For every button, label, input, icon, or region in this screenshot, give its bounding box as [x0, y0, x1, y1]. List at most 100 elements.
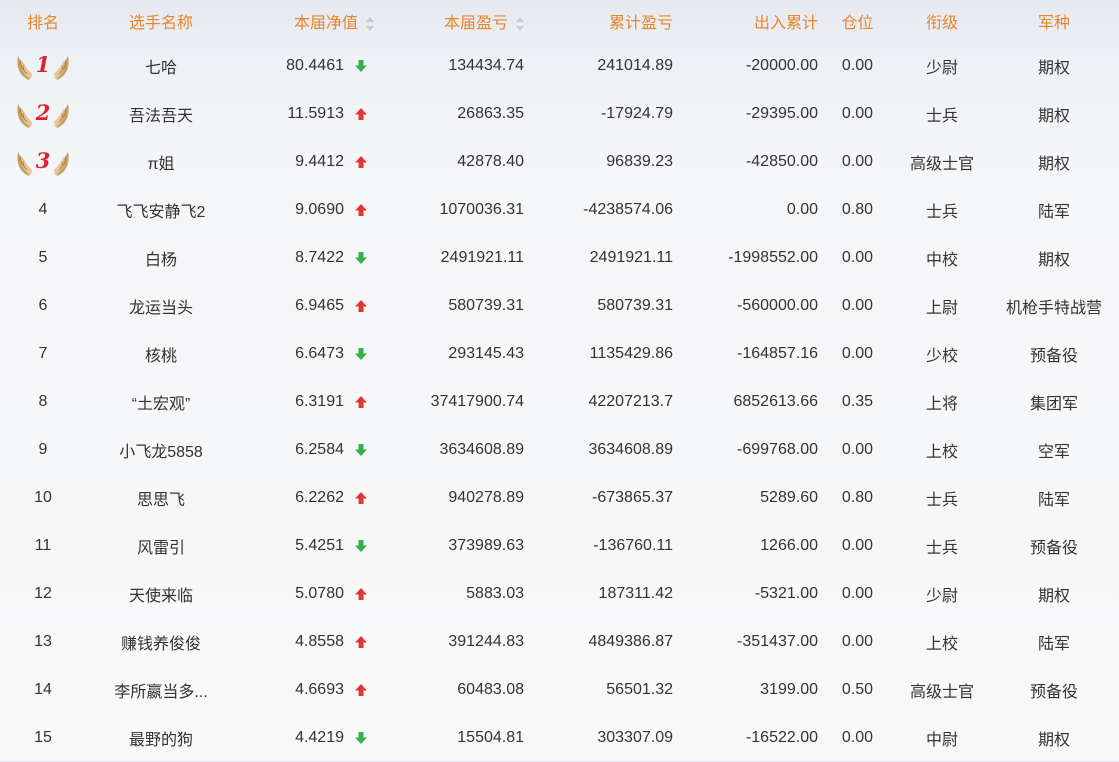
position: 0.00 [841, 297, 874, 314]
inout-cumulative: -164857.16 [737, 345, 818, 362]
rank-number: 14 [34, 681, 52, 698]
arrow-down-icon [354, 347, 368, 361]
session-pnl: 293145.43 [448, 345, 524, 362]
table-header: 排名 选手名称 本届净值 本届盈亏 累计盈亏 出入累计 仓位 衔级 军种 [0, 0, 1119, 42]
military-title: 上校 [925, 636, 958, 653]
table-row[interactable]: 13 赚钱养俊俊 4.8558 391244.83 4849386.87 -35… [0, 618, 1119, 666]
table-row[interactable]: 2 吾法吾天 11.5913 26863.35 -17924.79 -29395… [0, 90, 1119, 138]
arrow-down-icon [354, 251, 368, 265]
player-name[interactable]: 白杨 [86, 234, 236, 282]
header-net-label: 本届净值 [293, 15, 358, 32]
cumulative-pnl: -4238574.06 [583, 201, 673, 218]
rank-number: 10 [34, 489, 52, 506]
cumulative-pnl: 56501.32 [606, 681, 673, 698]
table-row[interactable]: 12 天使来临 5.0780 5883.03 187311.42 -5321.0… [0, 570, 1119, 618]
sort-icon[interactable] [516, 16, 524, 31]
player-name[interactable]: 天使来临 [86, 570, 236, 618]
table-row[interactable]: 1 七哈 80.4461 134434.74 241014.89 -20000.… [0, 42, 1119, 90]
net-value-cell: 5.0780 [236, 570, 376, 618]
cumulative-pnl: 2491921.11 [589, 249, 673, 266]
table-row[interactable]: 7 核桃 6.6473 293145.43 1135429.86 -164857… [0, 330, 1119, 378]
net-value-cell: 11.5913 [236, 90, 376, 138]
rank-cell: 8 [0, 378, 86, 426]
net-value-cell: 5.4251 [236, 522, 376, 570]
rank-number: 13 [34, 633, 52, 650]
position: 0.00 [841, 57, 874, 74]
net-value: 6.2584 [295, 440, 344, 458]
cumulative-pnl: 4849386.87 [588, 633, 673, 650]
table-row[interactable]: 4 飞飞安静飞2 9.0690 1070036.31 -4238574.06 0… [0, 186, 1119, 234]
player-name[interactable]: 赚钱养俊俊 [86, 618, 236, 666]
session-pnl: 373989.63 [448, 537, 524, 554]
rank-number: 5 [38, 249, 48, 266]
table-row[interactable]: 5 白杨 8.7422 2491921.11 2491921.11 -19985… [0, 234, 1119, 282]
rank-number: 6 [38, 297, 48, 314]
sort-icon[interactable] [366, 16, 374, 31]
arrow-up-icon [354, 683, 368, 697]
cumulative-pnl: 580739.31 [597, 297, 673, 314]
military-title: 士兵 [925, 540, 958, 557]
table-row[interactable]: 3 π姐 9.4412 42878.40 96839.23 -42850.00 … [0, 138, 1119, 186]
net-value: 80.4461 [286, 56, 344, 74]
header-cum-pnl: 累计盈亏 [608, 15, 673, 32]
branch: 集团军 [1029, 396, 1078, 413]
leaderboard-table: 排名 选手名称 本届净值 本届盈亏 累计盈亏 出入累计 仓位 衔级 军种 1 七… [0, 0, 1119, 762]
arrow-up-icon [354, 491, 368, 505]
branch: 预备役 [1029, 684, 1078, 701]
table-row[interactable]: 8 “土宏观” 6.3191 37417900.74 42207213.7 68… [0, 378, 1119, 426]
player-name[interactable]: 七哈 [86, 42, 236, 90]
player-name[interactable]: π姐 [86, 138, 236, 186]
rank-cell: 3 [0, 138, 86, 186]
table-row[interactable]: 9 小飞龙5858 6.2584 3634608.89 3634608.89 -… [0, 426, 1119, 474]
player-name[interactable]: 飞飞安静飞2 [86, 186, 236, 234]
session-pnl: 940278.89 [448, 489, 524, 506]
header-net-sortable[interactable]: 本届净值 [236, 0, 376, 42]
player-name[interactable]: 风雷引 [86, 522, 236, 570]
arrow-up-icon [354, 299, 368, 313]
inout-cumulative: 0.00 [786, 201, 818, 218]
net-value-cell: 6.2584 [236, 426, 376, 474]
branch: 期权 [1037, 156, 1070, 173]
branch: 陆军 [1037, 204, 1070, 221]
rank-cell: 2 [0, 90, 86, 138]
table-row[interactable]: 15 最野的狗 4.4219 15504.81 303307.09 -16522… [0, 714, 1119, 762]
net-value: 5.4251 [295, 536, 344, 554]
rank-cell: 6 [0, 282, 86, 330]
player-name[interactable]: 小飞龙5858 [86, 426, 236, 474]
rank-cell: 15 [0, 714, 86, 762]
table-row[interactable]: 14 李所嬴当多... 4.6693 60483.08 56501.32 319… [0, 666, 1119, 714]
rank-number: 1 [35, 52, 51, 77]
player-name[interactable]: 最野的狗 [86, 714, 236, 762]
header-pnl-sortable[interactable]: 本届盈亏 [376, 0, 526, 42]
rank-cell: 5 [0, 234, 86, 282]
rank-cell: 9 [0, 426, 86, 474]
position: 0.00 [841, 441, 874, 458]
session-pnl: 3634608.89 [439, 441, 524, 458]
cumulative-pnl: 42207213.7 [588, 393, 673, 410]
inout-cumulative: 3199.00 [760, 681, 818, 698]
header-row: 排名 选手名称 本届净值 本届盈亏 累计盈亏 出入累计 仓位 衔级 军种 [0, 0, 1119, 42]
rank-cell: 13 [0, 618, 86, 666]
player-name[interactable]: 龙运当头 [86, 282, 236, 330]
player-name[interactable]: 核桃 [86, 330, 236, 378]
player-name[interactable]: “土宏观” [86, 378, 236, 426]
table-row[interactable]: 10 思思飞 6.2262 940278.89 -673865.37 5289.… [0, 474, 1119, 522]
player-name[interactable]: 李所嬴当多... [86, 666, 236, 714]
table-row[interactable]: 6 龙运当头 6.9465 580739.31 580739.31 -56000… [0, 282, 1119, 330]
rank-cell: 4 [0, 186, 86, 234]
arrow-up-icon [354, 155, 368, 169]
player-name[interactable]: 吾法吾天 [86, 90, 236, 138]
player-name[interactable]: 思思飞 [86, 474, 236, 522]
session-pnl: 391244.83 [448, 633, 524, 650]
net-value-cell: 80.4461 [236, 42, 376, 90]
branch: 期权 [1037, 588, 1070, 605]
military-title: 上尉 [925, 300, 958, 317]
session-pnl: 26863.35 [457, 105, 524, 122]
arrow-up-icon [354, 635, 368, 649]
military-title: 少尉 [925, 60, 958, 77]
table-row[interactable]: 11 风雷引 5.4251 373989.63 -136760.11 1266.… [0, 522, 1119, 570]
net-value-cell: 6.2262 [236, 474, 376, 522]
rank-cell: 12 [0, 570, 86, 618]
cumulative-pnl: 241014.89 [597, 57, 673, 74]
cumulative-pnl: 303307.09 [597, 729, 673, 746]
